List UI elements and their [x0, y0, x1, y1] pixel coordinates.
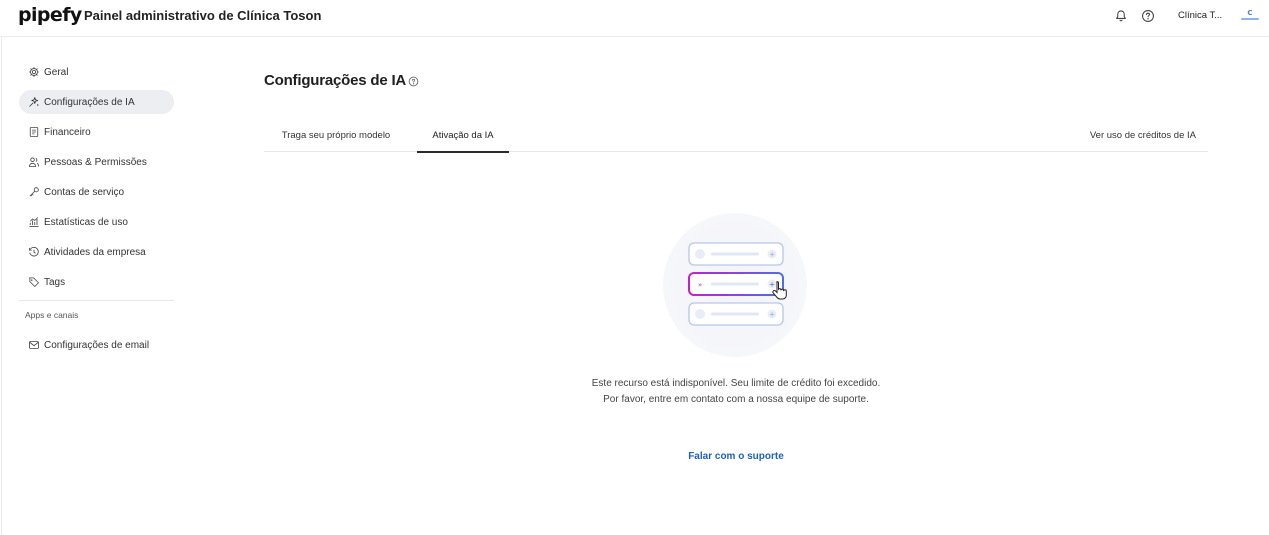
sidebar: Geral Configurações de IA Financeiro Pes…: [19, 60, 174, 363]
sidebar-item-contas-servico[interactable]: Contas de serviço: [19, 180, 174, 204]
empty-state-message: Este recurso está indisponível. Seu limi…: [591, 378, 881, 405]
gear-icon: [29, 67, 39, 77]
app-title: Painel administrativo de Clínica Toson: [84, 8, 322, 23]
sidebar-item-financeiro[interactable]: Financeiro: [19, 120, 174, 144]
sidebar-divider: [19, 300, 174, 301]
sidebar-item-tags[interactable]: Tags: [19, 270, 174, 294]
mail-icon: [29, 341, 39, 349]
sidebar-item-estatisticas[interactable]: Estatísticas de uso: [19, 210, 174, 234]
svg-text:»: »: [698, 281, 702, 289]
tag-icon: [29, 277, 39, 287]
contact-support-link[interactable]: Falar com o suporte: [650, 451, 822, 462]
tab-bring-own-model[interactable]: Traga seu próprio modelo: [264, 118, 408, 152]
empty-state-illustration: + » + +: [663, 213, 807, 357]
svg-text:+: +: [769, 281, 775, 289]
help-icon[interactable]: [1141, 9, 1155, 23]
svg-text:C: C: [1247, 9, 1252, 17]
help-icon[interactable]: [408, 76, 419, 87]
sidebar-item-label: Configurações de IA: [44, 96, 135, 108]
sidebar-section-label: Apps e canais: [25, 310, 79, 320]
history-icon: [29, 246, 39, 257]
sidebar-item-atividades[interactable]: Atividades da empresa: [19, 240, 174, 264]
svg-text:+: +: [769, 311, 775, 319]
tab-ai-activation[interactable]: Ativação da IA: [417, 118, 509, 153]
sidebar-item-label: Financeiro: [44, 126, 91, 138]
sidebar-item-label: Geral: [44, 66, 69, 78]
people-icon: [28, 157, 40, 167]
sidebar-item-pessoas[interactable]: Pessoas & Permissões: [19, 150, 174, 174]
sidebar-item-label: Estatísticas de uso: [44, 216, 128, 228]
sidebar-item-geral[interactable]: Geral: [19, 60, 174, 84]
tab-bar: Traga seu próprio modelo Ativação da IA …: [264, 118, 1208, 153]
sidebar-item-label: Contas de serviço: [44, 186, 125, 198]
view-credits-link[interactable]: Ver uso de créditos de IA: [1090, 118, 1196, 152]
bell-icon[interactable]: [1114, 9, 1128, 23]
sidebar-item-ai-settings[interactable]: Configurações de IA: [19, 90, 174, 114]
svg-text:+: +: [769, 251, 775, 259]
chart-icon: [29, 217, 39, 227]
sidebar-item-label: Atividades da empresa: [44, 246, 146, 258]
sparkle-icon: [29, 97, 39, 107]
receipt-icon: [29, 127, 39, 137]
company-switcher[interactable]: Clínica T...: [1178, 10, 1222, 21]
sidebar-item-label: Tags: [44, 276, 66, 288]
top-bar: pipefy Painel administrativo de Clínica …: [0, 0, 1269, 37]
frame-border: [1, 37, 2, 535]
company-avatar[interactable]: C: [1238, 7, 1262, 25]
sidebar-item-label: Configurações de email: [44, 339, 150, 351]
page-title: Configurações de IA: [264, 72, 407, 89]
sidebar-item-email-settings[interactable]: Configurações de email: [19, 333, 174, 357]
sidebar-item-label: Pessoas & Permissões: [44, 156, 147, 168]
pipefy-logo[interactable]: pipefy: [18, 4, 82, 26]
key-icon: [29, 187, 39, 197]
